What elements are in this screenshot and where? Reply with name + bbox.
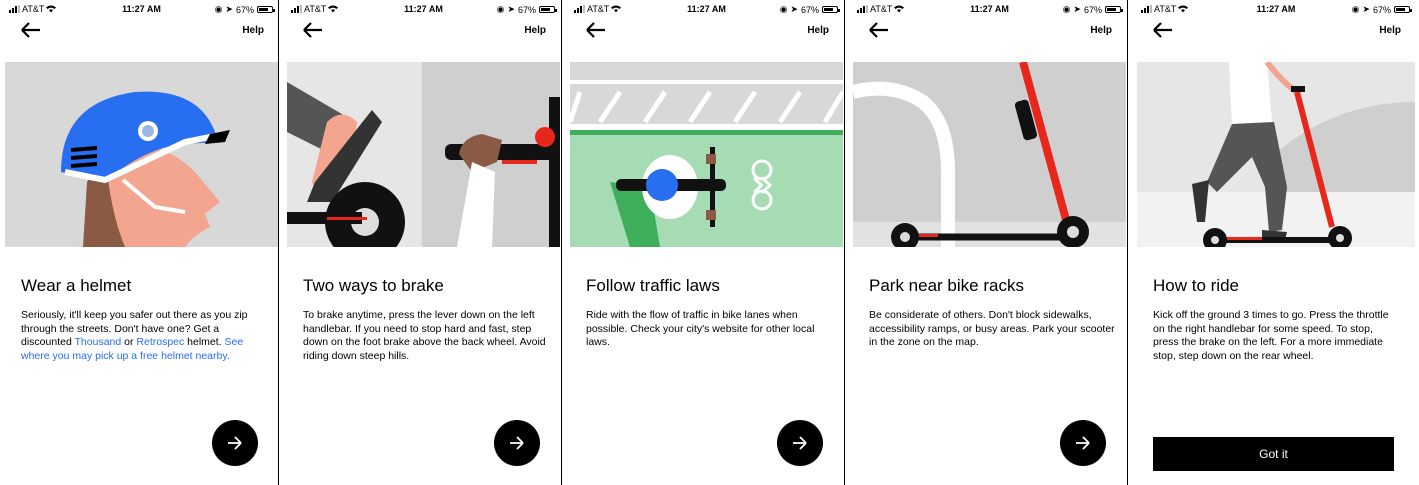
arrow-right-icon [228, 436, 242, 450]
screen-park-near-bike-racks: AT&T 11:27 AM ◉ ➤ 67% Help Park near bik… [853, 0, 1126, 485]
screen-body: Seriously, it'll keep you safer out ther… [21, 309, 271, 363]
screen-body: Be considerate of others. Don't block si… [869, 309, 1115, 348]
screen-how-to-ride: AT&T 11:27 AM ◉ ➤ 67% Help How to ride K… [1137, 0, 1415, 485]
battery-icon [1394, 6, 1412, 13]
help-link[interactable]: Help [807, 25, 829, 36]
arrow-right-icon [793, 436, 807, 450]
back-arrow-icon[interactable] [584, 20, 608, 40]
battery-icon [539, 6, 557, 13]
help-link[interactable]: Help [1090, 25, 1112, 36]
status-bar: AT&T 11:27 AM ◉ ➤ 67% [287, 0, 560, 18]
screen-body: To brake anytime, press the lever down o… [303, 309, 546, 362]
battery-icon [822, 6, 840, 13]
body-text: or [121, 336, 137, 348]
screen-title: Two ways to brake [303, 276, 444, 295]
battery-percent: 67% [235, 4, 254, 15]
status-bar: AT&T 11:27 AM ◉ ➤ 67% [853, 0, 1126, 18]
riding-illustration [1137, 62, 1415, 247]
alarm-icon: ◉ [214, 4, 223, 14]
bike-lane-illustration: » [570, 62, 843, 247]
location-icon: ➤ [1362, 4, 1370, 14]
alarm-icon: ◉ [1062, 4, 1071, 14]
arrow-right-icon [1076, 436, 1090, 450]
battery-percent: 67% [517, 4, 536, 15]
help-link[interactable]: Help [1379, 25, 1401, 36]
back-arrow-icon[interactable] [301, 20, 325, 40]
screen-body: Ride with the flow of traffic in bike la… [586, 309, 815, 348]
helmet-illustration [5, 62, 278, 247]
screen-divider [561, 0, 562, 485]
next-button[interactable] [777, 420, 823, 466]
screen-wear-helmet: AT&T 11:27 AM ◉ ➤ 67% Help Wear a helmet… [5, 0, 278, 485]
status-bar: AT&T 11:27 AM ◉ ➤ 67% [570, 0, 843, 18]
thousand-link[interactable]: Thousand [75, 336, 122, 348]
help-link[interactable]: Help [242, 25, 264, 36]
screen-divider [844, 0, 845, 485]
arrow-right-icon [510, 436, 524, 450]
status-bar: AT&T 11:27 AM ◉ ➤ 67% [1137, 0, 1415, 18]
battery-icon [257, 6, 275, 13]
back-arrow-icon[interactable] [1151, 20, 1175, 40]
retrospec-link[interactable]: Retrospec [136, 336, 184, 348]
got-it-button[interactable]: Got it [1153, 437, 1394, 471]
screen-title: Follow traffic laws [586, 276, 720, 295]
screen-body: Kick off the ground 3 times to go. Press… [1153, 309, 1389, 362]
battery-percent: 67% [800, 4, 819, 15]
next-button[interactable] [1060, 420, 1106, 466]
location-icon: ➤ [507, 4, 515, 14]
alarm-icon: ◉ [1351, 4, 1360, 14]
back-arrow-icon[interactable] [19, 20, 43, 40]
battery-icon [1105, 6, 1123, 13]
battery-percent: 67% [1083, 4, 1102, 15]
screen-two-ways-to-brake: AT&T 11:27 AM ◉ ➤ 67% Help Two ways to b… [287, 0, 560, 485]
help-link[interactable]: Help [524, 25, 546, 36]
status-bar: AT&T 11:27 AM ◉ ➤ 67% [5, 0, 278, 18]
next-button[interactable] [212, 420, 258, 466]
back-arrow-icon[interactable] [867, 20, 891, 40]
brake-illustration [287, 62, 560, 247]
next-button[interactable] [494, 420, 540, 466]
screen-title: How to ride [1153, 276, 1239, 295]
screen-title: Wear a helmet [21, 276, 132, 295]
battery-percent: 67% [1372, 4, 1391, 15]
bike-rack-illustration [853, 62, 1126, 247]
screen-divider [1127, 0, 1128, 485]
screen-follow-traffic-laws: AT&T 11:27 AM ◉ ➤ 67% Help » Follow traf… [570, 0, 843, 485]
location-icon: ➤ [225, 4, 233, 14]
location-icon: ➤ [790, 4, 798, 14]
body-text: helmet. [184, 336, 225, 348]
screen-title: Park near bike racks [869, 276, 1024, 295]
alarm-icon: ◉ [779, 4, 788, 14]
alarm-icon: ◉ [496, 4, 505, 14]
location-icon: ➤ [1073, 4, 1081, 14]
screen-divider [278, 0, 279, 485]
